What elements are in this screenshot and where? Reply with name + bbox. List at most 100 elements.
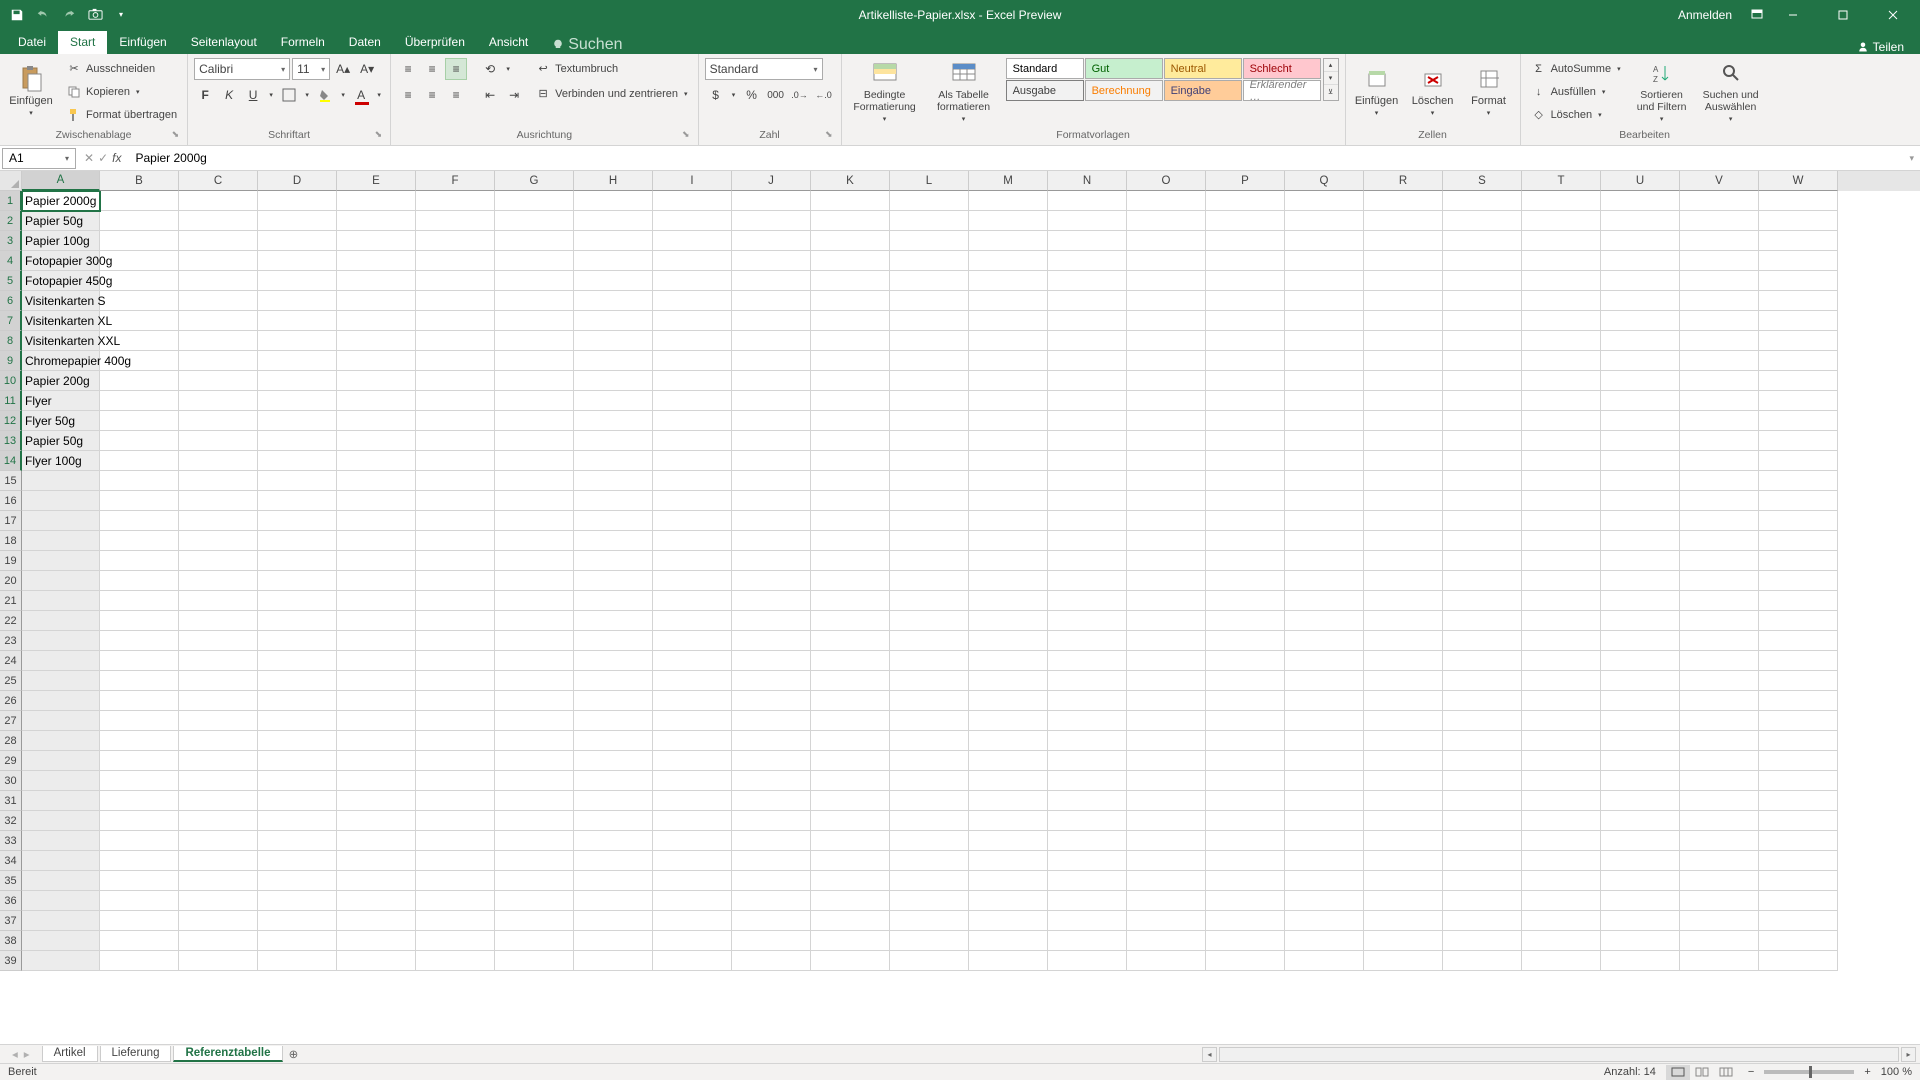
cell[interactable] — [1364, 651, 1443, 671]
zoom-in-button[interactable]: + — [1864, 1066, 1870, 1078]
cell[interactable] — [416, 351, 495, 371]
cell[interactable] — [969, 191, 1048, 211]
cell[interactable] — [1364, 731, 1443, 751]
cell[interactable] — [1759, 551, 1838, 571]
cell[interactable] — [258, 451, 337, 471]
cell[interactable] — [1759, 451, 1838, 471]
cell[interactable] — [258, 651, 337, 671]
cell[interactable] — [732, 371, 811, 391]
cell[interactable] — [179, 571, 258, 591]
cell[interactable] — [1443, 331, 1522, 351]
cell[interactable] — [1601, 491, 1680, 511]
cell[interactable] — [1048, 431, 1127, 451]
cell[interactable] — [653, 471, 732, 491]
cell[interactable] — [1206, 251, 1285, 271]
cell[interactable] — [179, 671, 258, 691]
cell[interactable] — [22, 751, 100, 771]
cell[interactable] — [495, 731, 574, 751]
cell[interactable] — [1443, 291, 1522, 311]
row-header[interactable]: 27 — [0, 711, 22, 731]
cell[interactable] — [1364, 191, 1443, 211]
cell[interactable] — [1680, 451, 1759, 471]
cell[interactable] — [1285, 731, 1364, 751]
cell[interactable] — [1522, 471, 1601, 491]
cell[interactable] — [1443, 271, 1522, 291]
cell[interactable] — [969, 591, 1048, 611]
cell[interactable] — [811, 851, 890, 871]
cell[interactable] — [337, 411, 416, 431]
cell[interactable] — [100, 871, 179, 891]
cell[interactable] — [653, 811, 732, 831]
cell[interactable] — [337, 491, 416, 511]
cell[interactable] — [1127, 791, 1206, 811]
cell[interactable] — [1048, 771, 1127, 791]
cell[interactable] — [1127, 811, 1206, 831]
cell[interactable] — [574, 531, 653, 551]
redo-icon[interactable] — [60, 6, 78, 24]
cell[interactable] — [1522, 371, 1601, 391]
cell[interactable] — [1601, 411, 1680, 431]
cell[interactable] — [1364, 531, 1443, 551]
cell[interactable] — [1443, 311, 1522, 331]
cell[interactable] — [179, 291, 258, 311]
cell[interactable] — [1048, 811, 1127, 831]
cell[interactable] — [1048, 851, 1127, 871]
cell[interactable] — [1759, 711, 1838, 731]
cell[interactable] — [22, 731, 100, 751]
cell[interactable] — [495, 251, 574, 271]
cell[interactable] — [1759, 851, 1838, 871]
cell[interactable] — [179, 211, 258, 231]
cell[interactable] — [495, 631, 574, 651]
cell[interactable] — [1680, 651, 1759, 671]
merge-center-button[interactable]: ⊟Verbinden und zentrieren▾ — [531, 83, 691, 104]
cell[interactable] — [337, 671, 416, 691]
cell[interactable]: Chromepapier 400g — [22, 351, 100, 371]
cell[interactable] — [179, 371, 258, 391]
cell[interactable] — [811, 271, 890, 291]
cell[interactable] — [653, 231, 732, 251]
cell[interactable] — [495, 191, 574, 211]
cell[interactable] — [495, 571, 574, 591]
cell[interactable] — [811, 491, 890, 511]
cell[interactable] — [574, 431, 653, 451]
row-header[interactable]: 26 — [0, 691, 22, 711]
cell[interactable] — [890, 951, 969, 971]
cell[interactable] — [1206, 231, 1285, 251]
cell[interactable] — [416, 671, 495, 691]
hscroll-left-icon[interactable]: ◂ — [1202, 1047, 1217, 1062]
cell[interactable] — [1680, 391, 1759, 411]
cell[interactable] — [1127, 731, 1206, 751]
cell[interactable] — [337, 551, 416, 571]
cell[interactable] — [337, 371, 416, 391]
cell[interactable] — [416, 611, 495, 631]
cell[interactable] — [1364, 691, 1443, 711]
cell[interactable] — [890, 371, 969, 391]
cell[interactable] — [574, 951, 653, 971]
cell[interactable] — [811, 511, 890, 531]
ribbon-display-icon[interactable] — [1748, 6, 1766, 24]
cell[interactable]: Visitenkarten XL — [22, 311, 100, 331]
cell[interactable] — [1680, 271, 1759, 291]
cell[interactable] — [416, 231, 495, 251]
percent-format-icon[interactable]: % — [741, 84, 763, 106]
cell[interactable] — [1127, 271, 1206, 291]
cell[interactable] — [258, 911, 337, 931]
cell[interactable] — [1522, 811, 1601, 831]
cell[interactable] — [732, 411, 811, 431]
cell[interactable] — [1759, 191, 1838, 211]
cell[interactable] — [495, 291, 574, 311]
cell[interactable] — [969, 651, 1048, 671]
cell[interactable] — [1206, 271, 1285, 291]
col-header-R[interactable]: R — [1364, 171, 1443, 191]
cell[interactable] — [811, 251, 890, 271]
cell[interactable] — [1364, 411, 1443, 431]
cell[interactable] — [495, 411, 574, 431]
cell[interactable] — [1680, 771, 1759, 791]
cell[interactable] — [1206, 871, 1285, 891]
sheet-tab-referenztabelle[interactable]: Referenztabelle — [173, 1046, 282, 1062]
cell[interactable] — [1285, 451, 1364, 471]
cell[interactable] — [258, 631, 337, 651]
cell[interactable] — [1680, 751, 1759, 771]
row-header[interactable]: 24 — [0, 651, 22, 671]
cell[interactable] — [22, 511, 100, 531]
